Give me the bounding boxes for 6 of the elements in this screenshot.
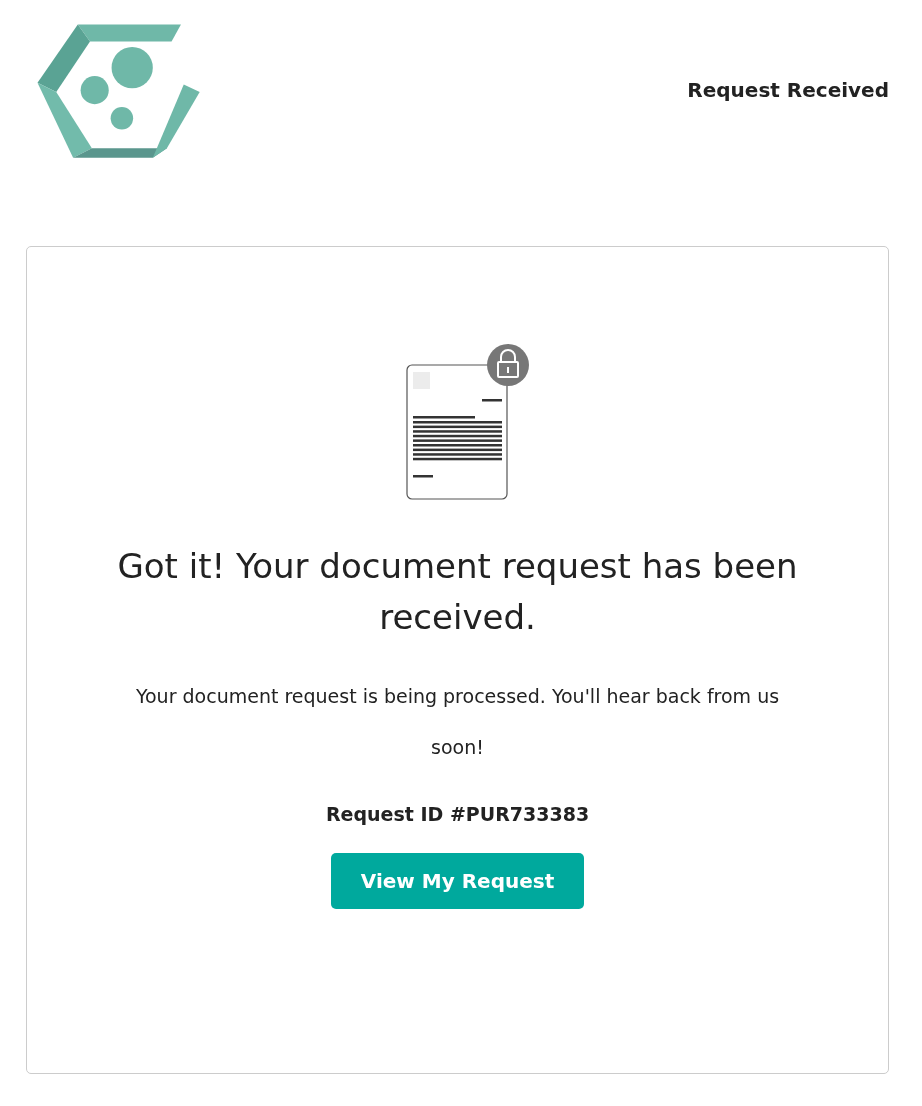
view-request-button[interactable]: View My Request [330, 853, 585, 909]
confirmation-message: Your document request is being processed. You'll hear back from us soon! [134, 684, 781, 760]
locked-document-icon [405, 343, 532, 501]
page-status: Request Received [687, 77, 889, 102]
confirmation-heading: Got it! Your document request has been received. [116, 545, 799, 639]
request-id: Request ID #PUR733383 [325, 803, 590, 825]
